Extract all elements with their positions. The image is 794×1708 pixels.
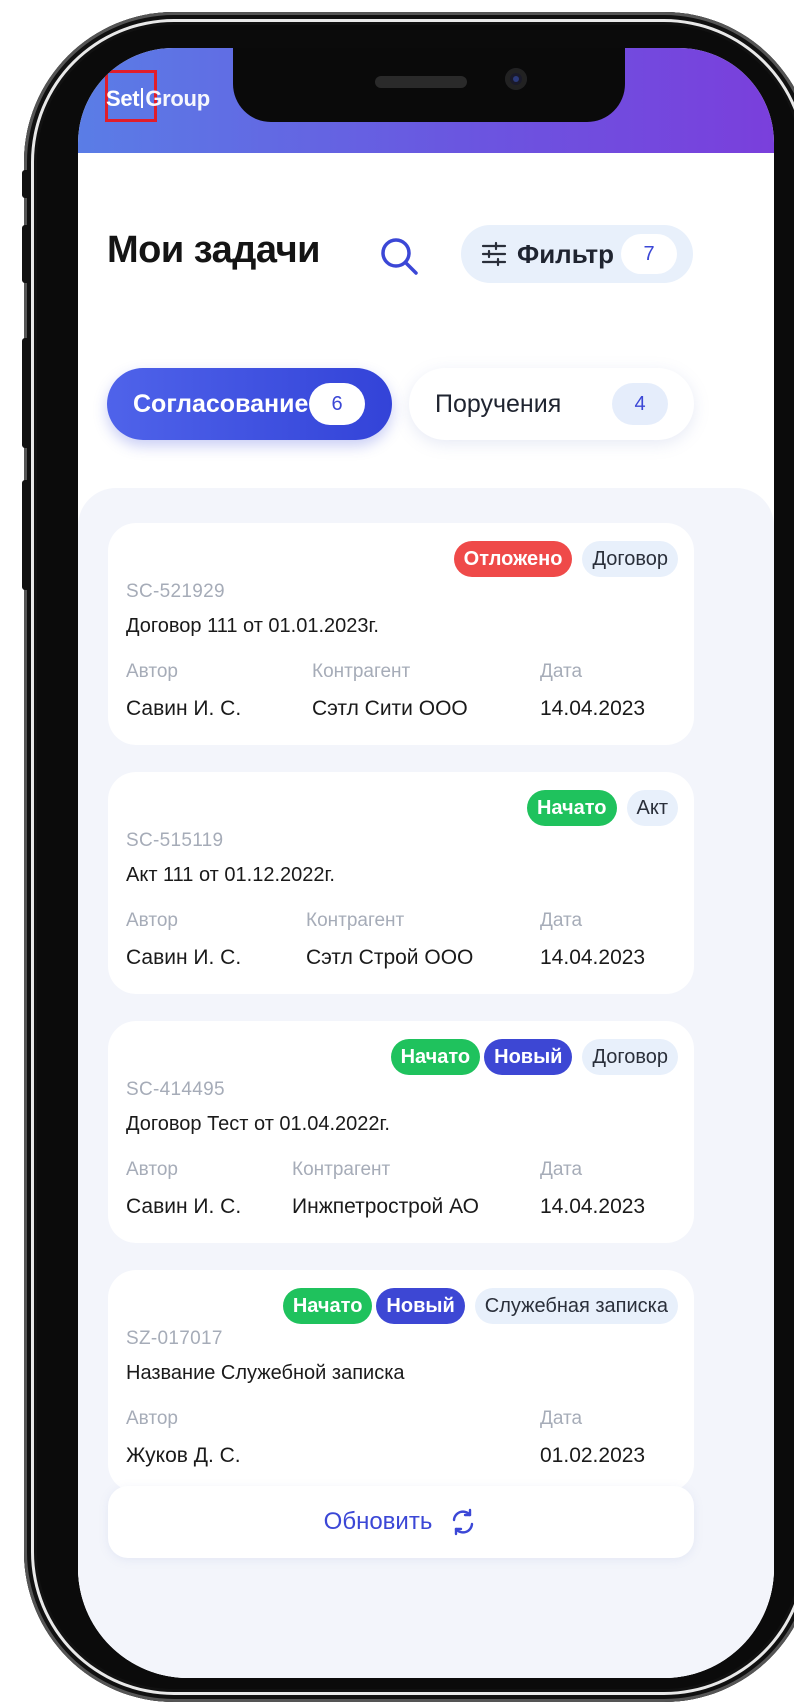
tab-approval[interactable]: Согласование 6 — [107, 368, 392, 440]
phone-volume-down — [22, 338, 30, 448]
main-content: Мои задачи Фильтр 7 Согласование 6 Поруч… — [78, 153, 774, 1678]
author-value: Жуков Д. С. — [126, 1444, 241, 1467]
date-value: 01.02.2023 — [540, 1444, 646, 1467]
logo-text-set: Set — [106, 86, 140, 111]
doc-title: Акт 111 от 01.12.2022г. — [126, 864, 335, 886]
tab-approval-label: Согласование — [133, 389, 309, 418]
setgroup-logo: Set Group — [105, 70, 210, 124]
status-badge: Новый — [376, 1288, 465, 1324]
author-value: Савин И. С. — [126, 946, 242, 969]
notch-camera — [505, 68, 527, 90]
phone-volume-up — [22, 225, 30, 283]
status-badge-group: Начато Новый — [390, 1039, 573, 1075]
date-value: 14.04.2023 — [540, 946, 646, 969]
header-row: Мои задачи Фильтр 7 — [78, 223, 774, 283]
status-badge: Начато — [526, 790, 617, 826]
phone-notch — [233, 48, 625, 122]
counterparty-label: Контрагент — [292, 1159, 391, 1180]
task-card[interactable]: Начато Новый Договор SC-414495 Договор Т… — [108, 1021, 694, 1243]
page-title: Мои задачи — [107, 229, 321, 271]
doc-title: Название Служебной записка — [126, 1362, 405, 1384]
filter-count-badge: 7 — [621, 234, 677, 274]
doc-type-badge: Служебная записка — [474, 1288, 678, 1324]
counterparty-value: Сэтл Сити ООО — [312, 697, 468, 720]
refresh-label: Обновить — [323, 1508, 433, 1535]
author-label: Автор — [126, 1408, 178, 1429]
author-label: Автор — [126, 1159, 178, 1180]
date-value: 14.04.2023 — [540, 1195, 646, 1218]
date-label: Дата — [540, 661, 583, 682]
card-badges: Отложено Договор — [453, 541, 678, 577]
counterparty-label: Контрагент — [312, 661, 411, 682]
date-value: 14.04.2023 — [540, 697, 646, 720]
phone-mute-switch — [22, 170, 30, 198]
filter-label: Фильтр — [517, 238, 615, 269]
author-label: Автор — [126, 661, 178, 682]
status-badge: Начато — [390, 1039, 481, 1075]
tab-assignments-count: 4 — [612, 383, 668, 425]
task-tabs: Согласование 6 Поручения 4 — [78, 368, 774, 440]
date-label: Дата — [540, 1159, 583, 1180]
logo-divider — [141, 88, 144, 108]
app-screen: Set Group Мои задачи Фильтр 7 Согласован… — [78, 48, 774, 1678]
author-label: Автор — [126, 910, 178, 931]
filter-sliders-icon — [481, 241, 507, 267]
refresh-button[interactable]: Обновить — [108, 1486, 694, 1558]
status-badge: Начато — [282, 1288, 373, 1324]
logo-text-group: Group — [145, 86, 210, 111]
doc-code: SC-515119 — [126, 830, 224, 851]
tab-approval-count: 6 — [309, 383, 365, 425]
card-badges: Начато Акт — [526, 790, 678, 826]
counterparty-value: Инжпетрострой АО — [292, 1195, 479, 1218]
doc-type-badge: Договор — [582, 1039, 678, 1075]
doc-title: Договор 111 от 01.01.2023г. — [126, 615, 379, 637]
doc-title: Договор Тест от 01.04.2022г. — [126, 1113, 390, 1135]
date-label: Дата — [540, 910, 583, 931]
doc-type-badge: Договор — [582, 541, 678, 577]
task-card[interactable]: Начато Акт SC-515119 Акт 111 от 01.12.20… — [108, 772, 694, 994]
doc-code: SC-521929 — [126, 581, 225, 602]
task-card[interactable]: Начато Новый Служебная записка SZ-017017… — [108, 1270, 694, 1492]
doc-code: SC-414495 — [126, 1079, 225, 1100]
search-icon[interactable] — [378, 235, 422, 279]
refresh-icon — [453, 1508, 474, 1536]
doc-type-badge: Акт — [626, 790, 678, 826]
filter-button[interactable]: Фильтр 7 — [461, 225, 693, 283]
doc-code: SZ-017017 — [126, 1328, 223, 1349]
status-badge: Новый — [484, 1039, 573, 1075]
tab-assignments-label: Поручения — [435, 389, 562, 418]
tab-assignments[interactable]: Поручения 4 — [409, 368, 694, 440]
status-badge: Отложено — [453, 541, 573, 577]
card-badges: Начато Новый Служебная записка — [282, 1288, 678, 1324]
phone-side-button — [22, 480, 30, 590]
card-badges: Начато Новый Договор — [390, 1039, 678, 1075]
status-badge-group: Начато Новый — [282, 1288, 465, 1324]
counterparty-value: Сэтл Строй ООО — [306, 946, 474, 969]
author-value: Савин И. С. — [126, 697, 242, 720]
date-label: Дата — [540, 1408, 583, 1429]
author-value: Савин И. С. — [126, 1195, 242, 1218]
counterparty-label: Контрагент — [306, 910, 405, 931]
notch-speaker — [375, 76, 467, 88]
task-card[interactable]: Отложено Договор SC-521929 Договор 111 о… — [108, 523, 694, 745]
